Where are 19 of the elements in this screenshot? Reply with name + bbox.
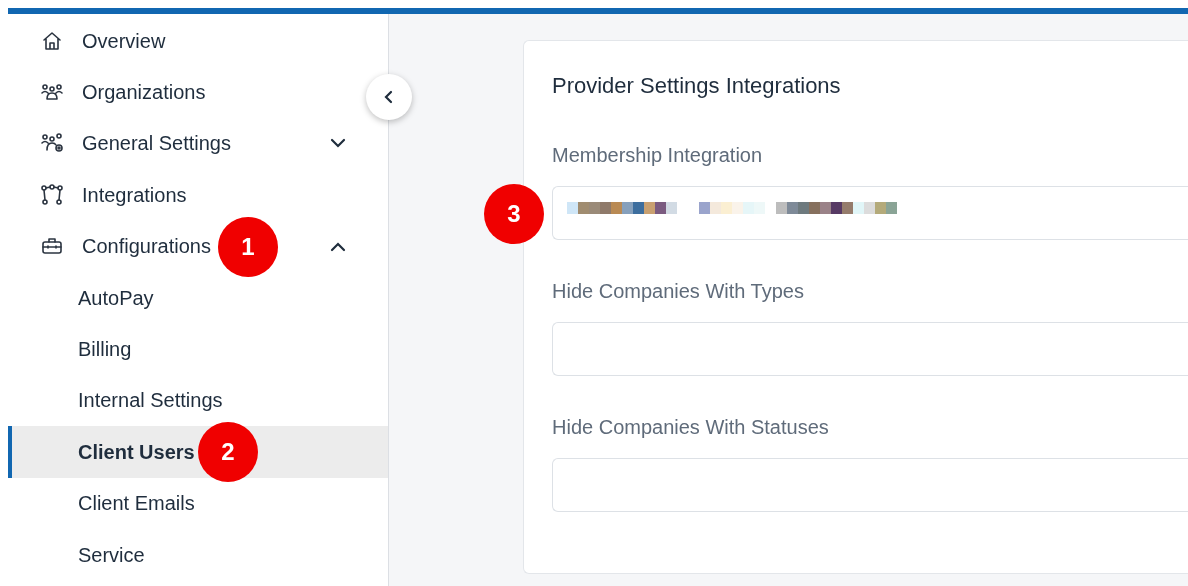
menu-item-label[interactable]: Overview <box>82 25 166 56</box>
step-number-badge: 1 <box>218 216 278 277</box>
submenu-item[interactable]: Service <box>8 528 388 581</box>
menu-item-label[interactable]: Organizations <box>82 77 206 108</box>
menu-item-label[interactable]: Configurations <box>82 231 211 262</box>
step-number-badge: 2 <box>198 422 258 483</box>
chevron-left-icon <box>383 89 395 105</box>
input-field[interactable] <box>552 322 1188 376</box>
card-title: Provider Settings Integrations <box>552 72 842 100</box>
nodes-icon <box>38 182 66 207</box>
menu-item-label[interactable]: Integrations <box>82 179 187 210</box>
menu-item-label[interactable]: General Settings <box>82 128 231 159</box>
input-field[interactable] <box>552 458 1188 512</box>
input-field[interactable] <box>552 186 1188 240</box>
field-label: Hide Companies With Statuses <box>552 415 830 440</box>
field-label: Hide Companies With Types <box>552 279 805 304</box>
field-label: Membership Integration <box>552 143 764 168</box>
step-number-badge: 3 <box>484 184 544 244</box>
submenu-item[interactable]: Billing <box>8 323 388 375</box>
